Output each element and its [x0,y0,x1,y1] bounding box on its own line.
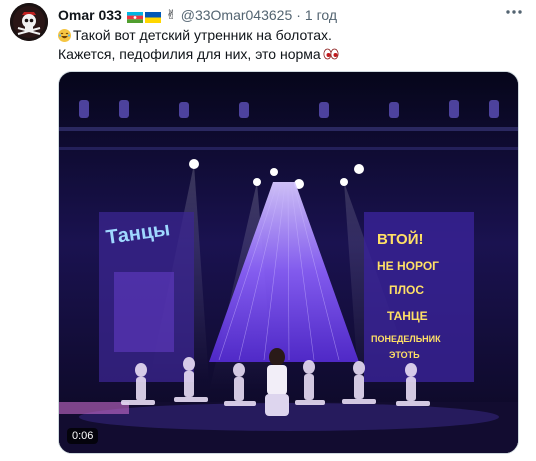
video-player[interactable]: Танцы ВТОЙ! НЕ НОРОГ ПЛОС ТАНЦЕ ПОНЕДЕЛЬ… [58,71,519,454]
author-handle[interactable]: @33Omar043625 [181,7,293,23]
stage-sign-right-line-4: ТАНЦЕ [387,309,428,323]
tweet-text-line-2: Кажется, педофилия для них, это норма [58,45,518,64]
laughing-emoji-icon [58,29,71,42]
stage-sign-right-line-6: ЭТОТЬ [389,350,420,360]
stage-sign-right-line-3: ПЛОС [389,283,424,297]
azerbaijan-flag-icon [126,10,143,23]
tweet-text-line-1-content: Такой вот детский утренник на болотах. [73,27,332,43]
separator-dot: · [296,7,301,23]
author-name[interactable]: Omar 033 [58,7,122,23]
video-frame: Танцы ВТОЙ! НЕ НОРОГ ПЛОС ТАНЦЕ ПОНЕДЕЛЬ… [59,72,518,453]
tweet[interactable]: Omar 033 ✌ @33Omar043625 · 1 год Такой в… [0,0,536,461]
avatar[interactable] [10,3,48,41]
stage-sign-right-line-2: НЕ НОРОГ [377,259,439,273]
stage-sign-right-line-1: ВТОЙ! [377,230,424,248]
video-duration: 0:06 [67,428,99,444]
stage-sign-right-line-5: ПОНЕДЕЛЬНИК [371,334,441,344]
more-icon [506,10,522,14]
eyes-emoji-icon [323,46,339,60]
author-flags: ✌ [126,7,177,23]
tweet-header: Omar 033 ✌ @33Omar043625 · 1 год [58,5,526,25]
tweet-text-line-1: Такой вот детский утренник на болотах. [58,26,518,45]
tweet-timestamp[interactable]: 1 год [305,7,337,23]
tweet-text: Такой вот детский утренник на болотах. К… [58,26,518,64]
more-button[interactable] [504,2,524,22]
ukraine-flag-icon [144,10,161,23]
victory-hand-icon: ✌ [165,7,177,22]
avatar-pirate-icon [10,3,48,41]
tweet-text-line-2-content: Кажется, педофилия для них, это норма [58,46,321,62]
